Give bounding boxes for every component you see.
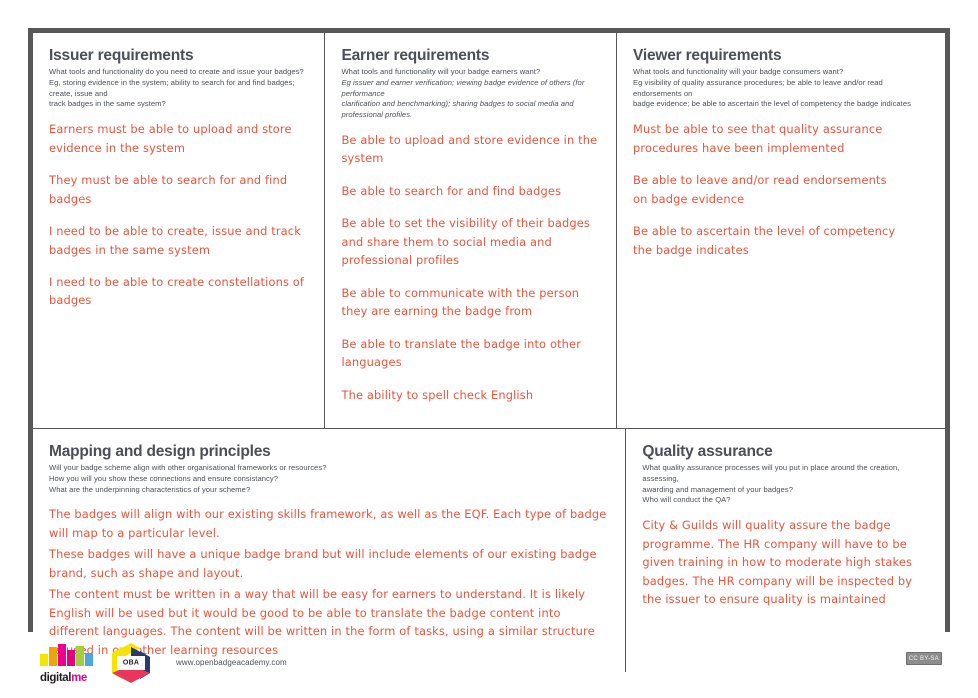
worksheet-canvas: Issuer requirements What tools and funct…: [28, 28, 950, 673]
viewer-prompt: What tools and functionality will your b…: [633, 67, 929, 110]
earner-prompt-line-3: clarification and benchmarking); sharing…: [341, 99, 574, 120]
list-item: These badges will have a unique badge br…: [49, 547, 597, 580]
issuer-title: Issuer requirements: [49, 47, 194, 64]
mapping-prompt-line-3: What are the underpinning characteristic…: [49, 484, 251, 494]
digitalme-wordmark: digitalme: [40, 672, 87, 684]
panel-quality-assurance: Quality assurance What quality assurance…: [625, 429, 945, 673]
mapping-prompt-line-2: How you will you show these connections …: [49, 473, 278, 483]
qa-prompt-line-1: What quality assurance processes will yo…: [642, 463, 900, 483]
page-footer: digitalme OBA www.openbadgeacademy.com C…: [28, 640, 950, 685]
list-item: City & Guilds will quality assure the ba…: [642, 518, 913, 607]
earner-title: Earner requirements: [341, 47, 490, 64]
list-item: Be able to ascertain the level of compet…: [632, 224, 896, 257]
earner-prompt-line-1: What tools and functionality will your b…: [341, 67, 541, 77]
mapping-notes-list: The badges will align with our existing …: [49, 505, 609, 659]
issuer-prompt-line-3: track badges in the same system?: [49, 99, 166, 109]
earner-prompt-line-2: Eg issuer and earner verification; viewi…: [341, 77, 585, 98]
list-item: The badges will align with our existing …: [49, 507, 607, 540]
principles-row: Mapping and design principles Will your …: [33, 428, 945, 673]
list-item: Be able to upload and store evidence in …: [341, 132, 598, 166]
earner-notes-list: Be able to upload and store evidence in …: [341, 131, 600, 404]
list-item: I need to be able to create, issue and t…: [49, 224, 301, 257]
issuer-prompt-line-1: What tools and functionality do you need…: [49, 67, 304, 77]
panel-issuer-requirements: Issuer requirements What tools and funct…: [33, 33, 325, 428]
list-item: They must be able to search for and find…: [49, 173, 288, 206]
viewer-notes-list: Must be able to see that quality assuran…: [633, 120, 929, 259]
digitalme-bars-icon: [40, 643, 93, 666]
list-item: Be able to leave and/or read endorsement…: [632, 173, 887, 206]
digitalme-word-black: digital: [40, 671, 72, 684]
panel-viewer-requirements: Viewer requirements What tools and funct…: [615, 33, 945, 428]
qa-prompt-line-2: awarding and management of your badges?: [642, 484, 793, 494]
open-badge-academy-logo: OBA: [108, 642, 154, 683]
list-item: Be able to translate the badge into othe…: [341, 336, 582, 370]
oba-label: OBA: [122, 659, 140, 666]
mapping-prompt: Will your badge scheme align with other …: [49, 463, 609, 495]
panel-mapping-and-design-principles: Mapping and design principles Will your …: [33, 429, 626, 673]
list-item: Earners must be able to upload and store…: [49, 122, 292, 155]
mapping-title: Mapping and design principles: [49, 443, 271, 460]
qa-prompt-line-3: Who will conduct the QA?: [642, 495, 731, 505]
issuer-prompt-line-2: Eg, storing evidence in the system; abil…: [49, 77, 295, 98]
list-item: Be able to communicate with the person t…: [341, 285, 580, 319]
license-badge[interactable]: CC BY-SA: [905, 652, 942, 665]
issuer-notes-list: Earners must be able to upload and store…: [49, 120, 308, 310]
mapping-prompt-line-1: Will your badge scheme align with other …: [49, 463, 327, 473]
panel-earner-requirements: Earner requirements What tools and funct…: [324, 33, 616, 428]
list-item: The ability to spell check English: [341, 387, 534, 402]
viewer-prompt-line-2: Eg visibility of quality assurance proce…: [632, 77, 883, 98]
viewer-prompt-line-1: What tools and functionality will your b…: [632, 67, 844, 77]
digitalme-word-pink: me: [71, 671, 87, 684]
qa-title: Quality assurance: [642, 443, 773, 460]
list-item: I need to be able to create constellatio…: [49, 274, 305, 308]
requirements-row: Issuer requirements What tools and funct…: [33, 33, 945, 428]
viewer-title: Viewer requirements: [632, 47, 782, 64]
viewer-prompt-line-3: badge evidence; be able to ascertain the…: [632, 99, 911, 109]
site-url[interactable]: www.openbadgeacademy.com: [176, 658, 287, 667]
list-item: Must be able to see that quality assuran…: [632, 122, 883, 155]
issuer-prompt: What tools and functionality do you need…: [49, 67, 308, 110]
digitalme-logo: digitalme: [40, 643, 93, 684]
qa-notes-list: City & Guilds will quality assure the ba…: [642, 516, 929, 608]
earner-prompt: What tools and functionality will your b…: [341, 67, 600, 121]
list-item: Be able to search for and find badges: [341, 183, 562, 198]
qa-prompt: What quality assurance processes will yo…: [642, 463, 929, 506]
list-item: Be able to set the visibility of their b…: [341, 216, 590, 268]
